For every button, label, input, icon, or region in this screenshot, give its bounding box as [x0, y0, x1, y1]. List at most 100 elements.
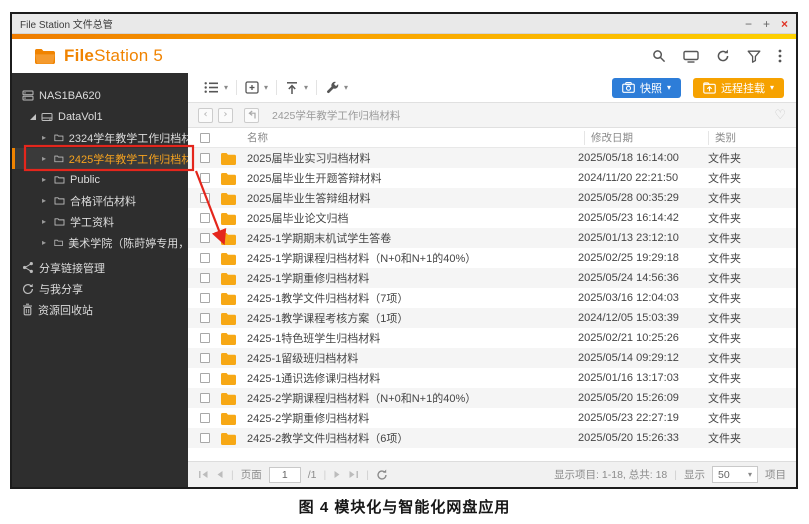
- file-name[interactable]: 2425-1教学课程考核方案（1项）: [247, 310, 578, 326]
- table-row[interactable]: 2425-1留级班归档材料2025/05/14 09:29:12文件夹: [188, 348, 796, 368]
- close-button[interactable]: ×: [781, 18, 788, 30]
- file-name[interactable]: 2025届毕业实习归档材料: [247, 150, 578, 166]
- column-header-type[interactable]: 类别: [708, 131, 796, 145]
- row-checkbox[interactable]: [200, 193, 210, 203]
- display-icon[interactable]: [683, 50, 699, 63]
- file-name[interactable]: 2425-1学期期末机试学生答卷: [247, 230, 578, 246]
- window-titlebar[interactable]: File Station 文件总管 − + ×: [12, 14, 796, 34]
- table-row[interactable]: 2425-1通识选修课归档材料2025/01/16 13:17:03文件夹: [188, 368, 796, 388]
- go-up-button[interactable]: [244, 108, 259, 123]
- table-row[interactable]: 2025届毕业论文归档2025/05/23 16:14:42文件夹: [188, 208, 796, 228]
- last-page-button[interactable]: [348, 470, 359, 479]
- column-header-name[interactable]: 名称: [247, 130, 590, 145]
- file-name[interactable]: 2425-1特色班学生归档材料: [247, 330, 578, 346]
- maximize-button[interactable]: +: [763, 18, 770, 30]
- sidebar-item-volume[interactable]: DataVol1: [12, 106, 188, 127]
- file-name[interactable]: 2425-1学期课程归档材料（N+0和N+1的40%）: [247, 250, 578, 266]
- file-name[interactable]: 2425-2学期重修归档材料: [247, 410, 578, 426]
- table-row[interactable]: 2425-1学期课程归档材料（N+0和N+1的40%）2025/02/25 19…: [188, 248, 796, 268]
- row-checkbox[interactable]: [200, 153, 210, 163]
- sidebar-item-folder[interactable]: ▸2324学年教学工作归档材料: [12, 127, 188, 148]
- file-type: 文件夹: [708, 190, 796, 206]
- row-checkbox[interactable]: [200, 173, 210, 183]
- refresh-icon[interactable]: [716, 49, 730, 63]
- expand-arrow-icon[interactable]: ▸: [42, 154, 49, 163]
- breadcrumb-path[interactable]: 2425学年教学工作归档材料: [272, 108, 400, 123]
- file-name[interactable]: 2425-1教学文件归档材料（7项）: [247, 290, 578, 306]
- sidebar-item-shared-with-me[interactable]: 与我分享: [12, 278, 188, 299]
- row-checkbox[interactable]: [200, 333, 210, 343]
- select-all-checkbox[interactable]: [200, 133, 210, 143]
- back-button[interactable]: ‹: [198, 108, 213, 123]
- table-row[interactable]: 2425-1学期期末机试学生答卷2025/01/13 23:12:10文件夹: [188, 228, 796, 248]
- minimize-button[interactable]: −: [745, 18, 752, 30]
- file-name[interactable]: 2425-2教学文件归档材料（6项）: [247, 430, 578, 446]
- table-row[interactable]: 2425-2学期重修归档材料2025/05/23 22:27:19文件夹: [188, 408, 796, 428]
- sidebar-item-folder[interactable]: ▸Public: [12, 169, 188, 190]
- table-row[interactable]: 2025届毕业生开题答辩材料2024/11/20 22:21:50文件夹: [188, 168, 796, 188]
- column-header-modified[interactable]: 修改日期: [584, 131, 714, 145]
- search-icon[interactable]: [652, 49, 666, 63]
- kebab-menu-icon[interactable]: [778, 49, 782, 63]
- table-row[interactable]: 2425-2学期课程归档材料（N+0和N+1的40%）2025/05/20 15…: [188, 388, 796, 408]
- page-size-select[interactable]: 50 ▾: [712, 466, 758, 483]
- sidebar-item-folder[interactable]: ▸2425学年教学工作归档材料: [12, 148, 188, 169]
- table-row[interactable]: 2025届毕业实习归档材料2025/05/18 16:14:00文件夹: [188, 148, 796, 168]
- file-name[interactable]: 2425-1学期重修归档材料: [247, 270, 578, 286]
- tree-expanded-icon[interactable]: [30, 114, 36, 120]
- expand-arrow-icon[interactable]: ▸: [42, 217, 49, 226]
- row-checkbox[interactable]: [200, 213, 210, 223]
- table-row[interactable]: 2025届毕业生答辩组材料2025/05/28 00:35:29文件夹: [188, 188, 796, 208]
- row-checkbox[interactable]: [200, 353, 210, 363]
- create-button[interactable]: ▾: [237, 81, 276, 94]
- row-checkbox[interactable]: [200, 313, 210, 323]
- table-row[interactable]: 2425-1教学文件归档材料（7项）2025/03/16 12:04:03文件夹: [188, 288, 796, 308]
- file-type: 文件夹: [708, 390, 796, 406]
- row-checkbox[interactable]: [200, 293, 210, 303]
- forward-button[interactable]: ›: [218, 108, 233, 123]
- row-checkbox[interactable]: [200, 273, 210, 283]
- sidebar-item-server[interactable]: NAS1BA620: [12, 85, 188, 106]
- file-modified-date: 2025/02/25 19:29:18: [578, 252, 708, 264]
- file-type: 文件夹: [708, 150, 796, 166]
- upload-button[interactable]: ▾: [277, 81, 316, 95]
- window-title: File Station 文件总管: [20, 16, 113, 31]
- row-checkbox[interactable]: [200, 413, 210, 423]
- expand-arrow-icon[interactable]: ▸: [42, 196, 49, 205]
- folder-icon: [220, 432, 236, 445]
- file-name[interactable]: 2425-1通识选修课归档材料: [247, 370, 578, 386]
- expand-arrow-icon[interactable]: ▸: [42, 175, 49, 184]
- snapshot-button[interactable]: 快照 ▾: [612, 78, 681, 98]
- next-page-button[interactable]: [333, 470, 341, 479]
- first-page-button[interactable]: [198, 470, 209, 479]
- table-row[interactable]: 2425-1教学课程考核方案（1项）2024/12/05 15:03:39文件夹: [188, 308, 796, 328]
- table-row[interactable]: 2425-1学期重修归档材料2025/05/24 14:56:36文件夹: [188, 268, 796, 288]
- expand-arrow-icon[interactable]: ▸: [42, 238, 49, 247]
- row-checkbox[interactable]: [200, 373, 210, 383]
- page-input[interactable]: 1: [269, 467, 301, 483]
- sidebar-item-recycle-bin[interactable]: 资源回收站: [12, 299, 188, 320]
- remote-mount-button[interactable]: 远程挂载 ▾: [693, 78, 784, 98]
- sidebar-item-share-link[interactable]: 分享链接管理: [12, 257, 188, 278]
- row-checkbox[interactable]: [200, 253, 210, 263]
- file-name[interactable]: 2025届毕业生开题答辩材料: [247, 170, 578, 186]
- file-name[interactable]: 2025届毕业论文归档: [247, 210, 578, 226]
- table-row[interactable]: 2425-2教学文件归档材料（6项）2025/05/20 15:26:33文件夹: [188, 428, 796, 448]
- refresh-list-icon[interactable]: [376, 469, 388, 481]
- tools-button[interactable]: ▾: [317, 81, 356, 95]
- sidebar-item-folder[interactable]: ▸学工资料: [12, 211, 188, 232]
- favorite-heart-icon[interactable]: ♡: [774, 108, 786, 123]
- file-name[interactable]: 2025届毕业生答辩组材料: [247, 190, 578, 206]
- sidebar-item-folder[interactable]: ▸美术学院（陈莳婷专用，请勿: [12, 232, 188, 253]
- sidebar-item-folder[interactable]: ▸合格评估材料: [12, 190, 188, 211]
- file-name[interactable]: 2425-1留级班归档材料: [247, 350, 578, 366]
- row-checkbox[interactable]: [200, 433, 210, 443]
- row-checkbox[interactable]: [200, 233, 210, 243]
- expand-arrow-icon[interactable]: ▸: [42, 133, 49, 142]
- prev-page-button[interactable]: [216, 470, 224, 479]
- filter-icon[interactable]: [747, 50, 761, 63]
- table-row[interactable]: 2425-1特色班学生归档材料2025/02/21 10:25:26文件夹: [188, 328, 796, 348]
- file-name[interactable]: 2425-2学期课程归档材料（N+0和N+1的40%）: [247, 390, 578, 406]
- view-mode-button[interactable]: ▾: [196, 81, 236, 94]
- row-checkbox[interactable]: [200, 393, 210, 403]
